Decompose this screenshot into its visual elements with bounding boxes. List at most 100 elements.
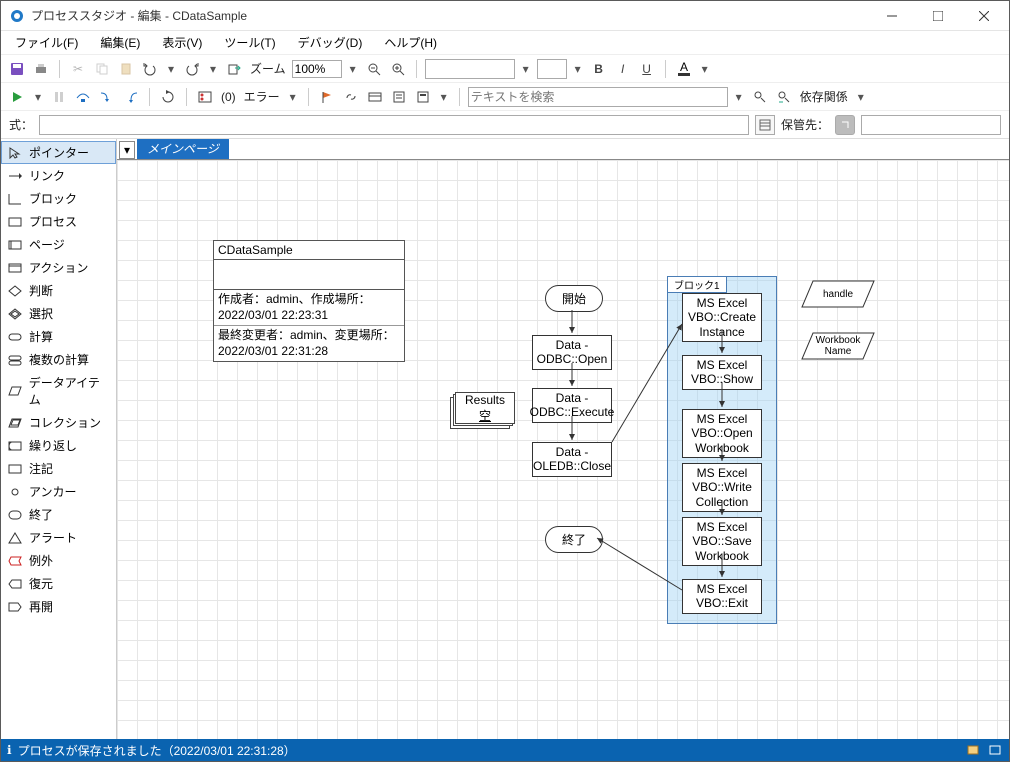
find-replace-button[interactable] [774, 87, 794, 107]
tab-main-page[interactable]: メインページ [137, 139, 229, 159]
data-workbook-name[interactable]: Workbook Name [801, 332, 875, 360]
toolbox-item-0[interactable]: ポインター [1, 141, 116, 164]
stage-excel-write[interactable]: MS Excel VBO::Write Collection [682, 463, 762, 512]
toolbox-item-13[interactable]: 注記 [1, 457, 116, 480]
toolbox-item-15[interactable]: 終了 [1, 503, 116, 526]
minimize-button[interactable] [869, 1, 915, 31]
dependency-dropdown[interactable]: ▾ [854, 87, 868, 107]
toolbox-item-10[interactable]: データアイテム [1, 371, 116, 411]
stage-odbc-execute[interactable]: Data - ODBC::Execute [532, 388, 612, 423]
step-over-button[interactable] [73, 87, 93, 107]
find-button[interactable] [750, 87, 770, 107]
toolbox-item-9[interactable]: 複数の計算 [1, 348, 116, 371]
italic-button[interactable]: I [613, 59, 633, 79]
zoom-dropdown[interactable]: ▾ [346, 59, 360, 79]
font-family-dropdown[interactable]: ▾ [519, 59, 533, 79]
toolbox-item-11[interactable]: コレクション [1, 411, 116, 434]
link-tool-button[interactable] [341, 87, 361, 107]
toolbox-item-16[interactable]: アラート [1, 526, 116, 549]
step-into-button[interactable] [97, 87, 117, 107]
stage-odbc-open[interactable]: Data - ODBC::Open [532, 335, 612, 370]
run-button[interactable] [7, 87, 27, 107]
menu-help[interactable]: ヘルプ(H) [374, 32, 447, 53]
dependency-label[interactable]: 依存関係 [798, 88, 850, 105]
view-log-button[interactable] [389, 87, 409, 107]
status-icon-1[interactable] [967, 743, 981, 757]
reset-button[interactable] [158, 87, 178, 107]
pause-button[interactable] [49, 87, 69, 107]
toolbox-item-12[interactable]: 繰り返し [1, 434, 116, 457]
menu-file[interactable]: ファイル(F) [5, 32, 88, 53]
step-out-button[interactable] [121, 87, 141, 107]
toolbox-item-5[interactable]: アクション [1, 256, 116, 279]
bold-button[interactable]: B [589, 59, 609, 79]
process-info-box[interactable]: CDataSample 作成者：admin、作成場所： 2022/03/01 2… [213, 240, 405, 362]
breakpoint-list-button[interactable] [195, 87, 215, 107]
close-button[interactable] [961, 1, 1007, 31]
app-icon [9, 8, 25, 24]
storage-picker-button[interactable] [835, 115, 855, 135]
expression-builder-button[interactable] [755, 115, 775, 135]
font-color-button[interactable]: A [674, 59, 694, 79]
stage-excel-save[interactable]: MS Excel VBO::Save Workbook [682, 517, 762, 566]
zoom-input[interactable] [292, 60, 342, 78]
menu-edit[interactable]: 編集(E) [90, 32, 150, 53]
redo-dropdown[interactable]: ▾ [206, 59, 220, 79]
toolbox-item-1[interactable]: リンク [1, 164, 116, 187]
view-data-button[interactable] [365, 87, 385, 107]
cut-button[interactable]: ✂ [68, 59, 88, 79]
font-color-dropdown[interactable]: ▾ [698, 59, 712, 79]
undo-dropdown[interactable]: ▾ [164, 59, 178, 79]
expression-input[interactable] [39, 115, 749, 135]
view-dropdown[interactable]: ▾ [437, 87, 451, 107]
redo-button[interactable] [182, 59, 202, 79]
toolbox-item-4[interactable]: ページ [1, 233, 116, 256]
font-size-dropdown[interactable]: ▾ [571, 59, 585, 79]
search-dropdown[interactable]: ▾ [732, 87, 746, 107]
font-family-combo[interactable] [425, 59, 515, 79]
toolbox-item-14[interactable]: アンカー [1, 480, 116, 503]
svg-text:A: A [680, 62, 688, 74]
menu-view[interactable]: 表示(V) [152, 32, 212, 53]
toolbox-item-6[interactable]: 判断 [1, 279, 116, 302]
canvas[interactable]: CDataSample 作成者：admin、作成場所： 2022/03/01 2… [117, 159, 1009, 739]
toolbox-item-3[interactable]: プロセス [1, 210, 116, 233]
toolbox-item-18[interactable]: 復元 [1, 572, 116, 595]
toolbox-item-8[interactable]: 計算 [1, 325, 116, 348]
print-button[interactable] [31, 59, 51, 79]
data-handle[interactable]: handle [801, 280, 875, 308]
zoom-out-button[interactable] [364, 59, 384, 79]
status-icon-2[interactable] [989, 743, 1003, 757]
font-size-combo[interactable] [537, 59, 567, 79]
stage-oledb-close[interactable]: Data - OLEDB::Close [532, 442, 612, 477]
export-button[interactable] [224, 59, 244, 79]
collection-results[interactable]: Results 空 [455, 392, 515, 424]
page-tab-bar: ▾ メインページ [117, 139, 1009, 159]
paste-button[interactable] [116, 59, 136, 79]
run-dropdown[interactable]: ▾ [31, 87, 45, 107]
toolbox-item-2[interactable]: ブロック [1, 187, 116, 210]
stage-start[interactable]: 開始 [545, 285, 603, 312]
toolbox-item-19[interactable]: 再開 [1, 595, 116, 618]
stage-excel-open[interactable]: MS Excel VBO::Open Workbook [682, 409, 762, 458]
view-process-button[interactable] [413, 87, 433, 107]
menu-tool[interactable]: ツール(T) [214, 32, 285, 53]
zoom-in-button[interactable] [388, 59, 408, 79]
flag-button[interactable] [317, 87, 337, 107]
undo-button[interactable] [140, 59, 160, 79]
toolbox-item-7[interactable]: 選択 [1, 302, 116, 325]
maximize-button[interactable] [915, 1, 961, 31]
stage-excel-exit[interactable]: MS Excel VBO::Exit [682, 579, 762, 614]
storage-input[interactable] [861, 115, 1001, 135]
stage-end[interactable]: 終了 [545, 526, 603, 553]
stage-excel-create[interactable]: MS Excel VBO::Create Instance [682, 293, 762, 342]
underline-button[interactable]: U [637, 59, 657, 79]
copy-button[interactable] [92, 59, 112, 79]
stage-excel-show[interactable]: MS Excel VBO::Show [682, 355, 762, 390]
error-dropdown[interactable]: ▾ [286, 87, 300, 107]
save-button[interactable] [7, 59, 27, 79]
page-tab-menu[interactable]: ▾ [119, 141, 135, 159]
menu-debug[interactable]: デバッグ(D) [288, 32, 373, 53]
search-input[interactable] [468, 87, 728, 107]
toolbox-item-17[interactable]: 例外 [1, 549, 116, 572]
